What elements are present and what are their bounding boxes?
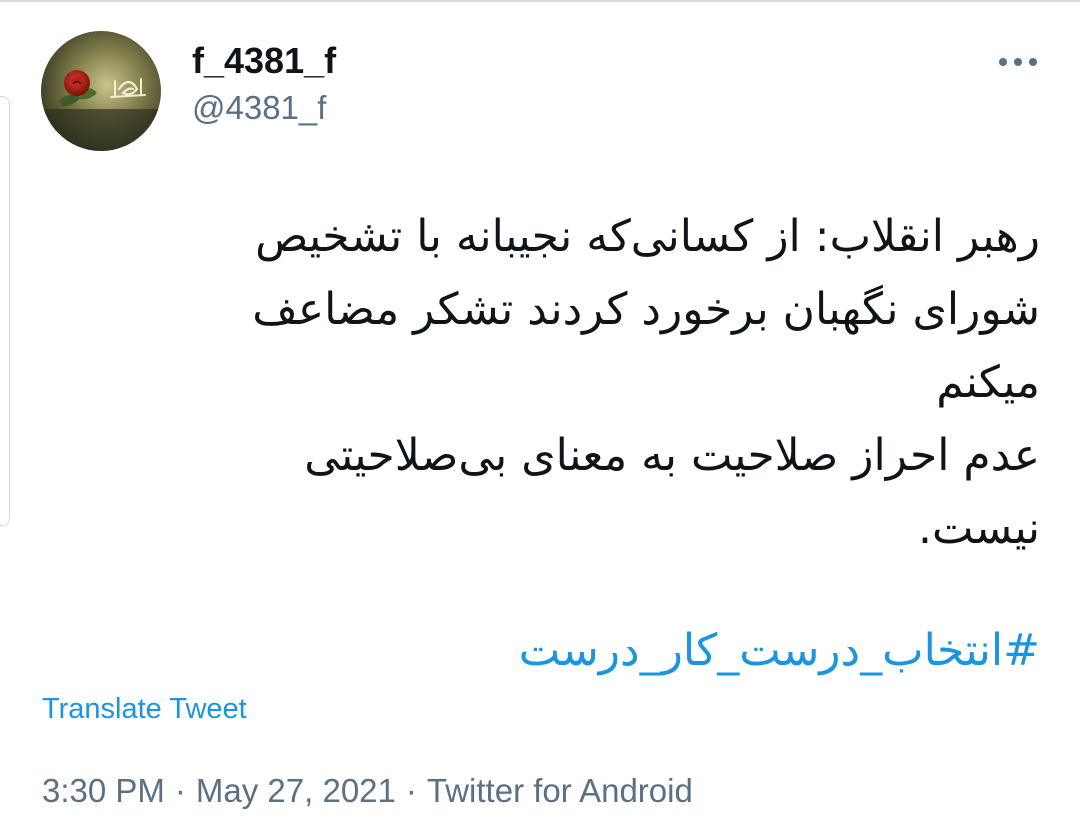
meta-separator: · (405, 772, 417, 809)
author-handle[interactable]: @4381_f (192, 89, 326, 127)
tweet-time[interactable]: 3:30 PM (42, 772, 165, 809)
avatar-rose-calligraphy-icon (41, 31, 161, 151)
tweet-source[interactable]: Twitter for Android (427, 772, 693, 809)
tweet-text-line: نیست. (918, 503, 1040, 554)
tweet-text: رهبر انقلاب: از کسانی‌که نجیبانه با تشخی… (80, 200, 1040, 565)
translate-tweet-link[interactable]: Translate Tweet (42, 693, 247, 726)
author-display-name[interactable]: f_4381_f (192, 40, 336, 82)
more-options-button[interactable] (994, 48, 1042, 76)
hashtag-link[interactable]: #انتخاب_درست_کار_درست (519, 616, 1040, 686)
avatar[interactable] (41, 31, 161, 151)
more-horizontal-icon (999, 58, 1037, 66)
tweet-text-line: میکنم (936, 357, 1040, 408)
tweet-text-line: عدم احراز صلاحیت به معنای بی‌صلاحیتی (304, 430, 1040, 481)
tweet-text-line: شورای نگهبان برخورد کردند تشکر مضاعف (252, 284, 1040, 335)
meta-separator: · (174, 772, 186, 809)
side-panel-edge (0, 96, 10, 526)
tweet-meta: 3:30 PM · May 27, 2021 · Twitter for Android (42, 772, 693, 810)
tweet-date[interactable]: May 27, 2021 (196, 772, 396, 809)
top-divider (0, 0, 1080, 2)
tweet-text-line: رهبر انقلاب: از کسانی‌که نجیبانه با تشخی… (255, 211, 1040, 262)
